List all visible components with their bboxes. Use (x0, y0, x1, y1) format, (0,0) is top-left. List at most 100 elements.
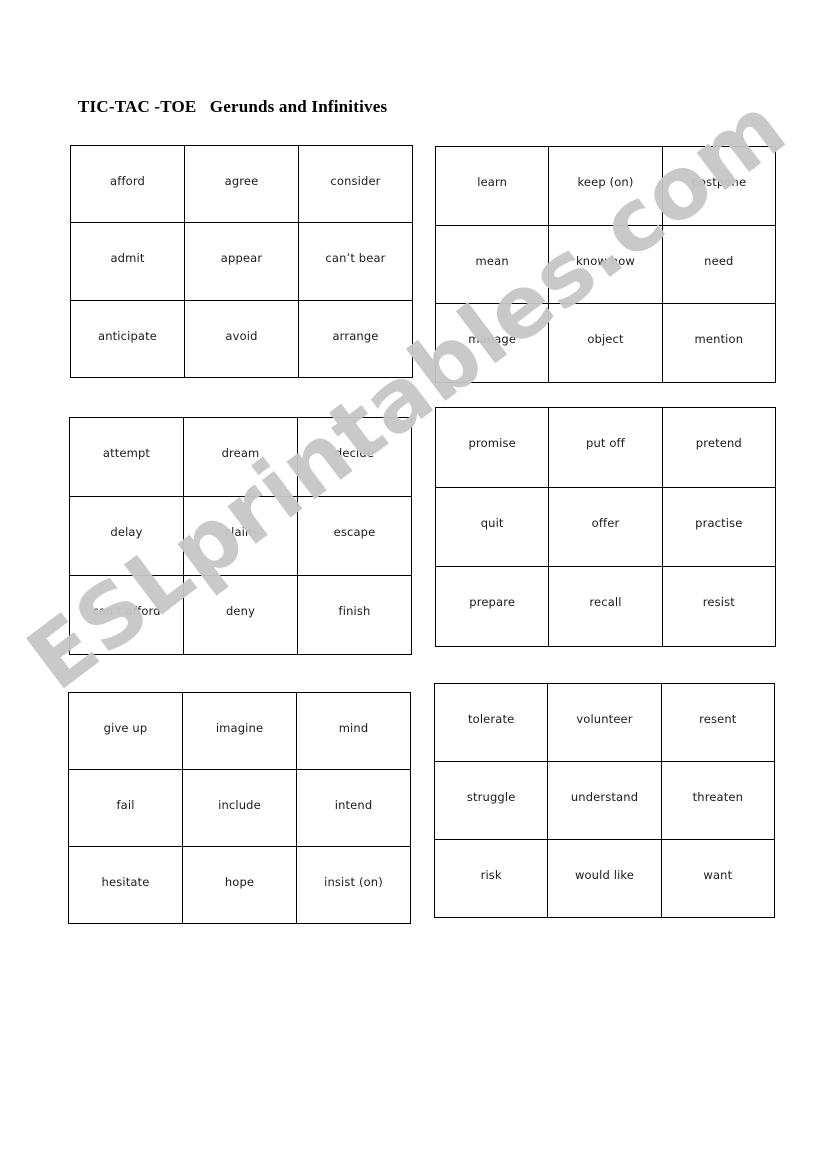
grid-cell-label: postpone (691, 175, 747, 189)
grid-cell[interactable]: claim (184, 497, 298, 576)
grid-cell-label: admit (110, 251, 145, 266)
grid-cell[interactable]: arrange (299, 300, 413, 378)
grid-cell[interactable]: afford (71, 146, 185, 224)
grid-cell-label: finish (338, 604, 371, 618)
grid-cell[interactable]: manage (436, 304, 550, 383)
grid-cell-label: dream (221, 446, 260, 460)
grid-cell[interactable]: need (662, 225, 776, 305)
grid-cell-label: need (704, 253, 734, 268)
grid-cell[interactable]: decide (298, 418, 412, 497)
grid-cell[interactable]: struggle (435, 762, 549, 840)
worksheet-page: TIC-TAC -TOE Gerunds and Infinitives aff… (0, 0, 826, 1169)
grid-cell[interactable]: volunteer (548, 684, 662, 762)
grid-cell[interactable]: escape (298, 497, 412, 576)
page-title: TIC-TAC -TOE Gerunds and Infinitives (78, 97, 388, 116)
grid-cell[interactable]: finish (298, 576, 412, 655)
grid-cell-label: fail (116, 798, 135, 812)
grid-cell[interactable]: hesitate (69, 847, 183, 924)
grid-cell-label: resist (702, 595, 735, 610)
grid-cell-label: anticipate (98, 328, 157, 343)
tic-tac-toe-grid-3: attempt dream decide delay claim escape … (69, 417, 412, 655)
grid-cell-label: prepare (469, 595, 516, 610)
grid-cell[interactable]: learn (436, 147, 550, 226)
grid-cell[interactable]: appear (185, 223, 299, 301)
grid-cell[interactable]: can’t afford (70, 576, 184, 655)
grid-cell-label: deny (225, 604, 256, 618)
grid-cell-label: struggle (466, 790, 516, 804)
grid-cell[interactable]: fail (69, 770, 183, 847)
grid-cell[interactable]: would like (548, 840, 662, 918)
grid-cell[interactable]: quit (436, 487, 550, 568)
grid-cell[interactable]: agree (185, 146, 299, 224)
grid-cell-label: can’t bear (325, 251, 386, 266)
grid-cell-label: hesitate (101, 875, 150, 889)
grid-cell[interactable]: can’t bear (299, 223, 413, 301)
grid-cell-label: can’t afford (92, 604, 161, 618)
grid-cell[interactable]: consider (299, 146, 413, 224)
grid-cell[interactable]: anticipate (71, 300, 185, 378)
grid-cell[interactable]: imagine (183, 693, 297, 770)
grid-cell[interactable]: tolerate (435, 684, 549, 762)
grid-cell-label: object (587, 332, 624, 347)
grid-cell[interactable]: resist (662, 567, 776, 647)
grid-cell[interactable]: promise (436, 408, 550, 488)
grid-cell[interactable]: practise (662, 487, 776, 568)
tic-tac-toe-grid-1: afford agree consider admit appear can’t… (70, 145, 413, 378)
grid-cell[interactable]: intend (297, 770, 411, 847)
grid-cell[interactable]: dream (184, 418, 298, 497)
tic-tac-toe-grid-2: learn keep (on) postpone mean know how n… (435, 146, 776, 383)
grid-cell[interactable]: understand (548, 762, 662, 840)
grid-cell-label: mind (338, 721, 369, 735)
grid-cell-label: include (218, 798, 261, 812)
grid-cell-label: know how (576, 253, 635, 268)
grid-cell-label: afford (110, 174, 145, 188)
tic-tac-toe-grid-6: tolerate volunteer resent struggle under… (434, 683, 775, 918)
grid-cell-label: escape (333, 525, 376, 539)
grid-cell[interactable]: give up (69, 693, 183, 770)
grid-cell[interactable]: risk (435, 840, 549, 918)
grid-cell[interactable]: delay (70, 497, 184, 576)
grid-cell[interactable]: keep (on) (549, 147, 663, 226)
grid-cell[interactable]: pretend (662, 408, 776, 488)
grid-cell[interactable]: threaten (661, 762, 775, 840)
grid-cell[interactable]: offer (549, 487, 663, 568)
tic-tac-toe-grid-5: give up imagine mind fail include intend… (68, 692, 411, 924)
grid-cell-label: attempt (102, 446, 151, 460)
grid-cell-label: would like (574, 868, 635, 882)
grid-cell[interactable]: want (661, 840, 775, 918)
grid-cell-label: quit (480, 515, 504, 530)
grid-cell[interactable]: put off (549, 408, 663, 488)
grid-cell-label: consider (330, 174, 381, 188)
grid-cell[interactable]: resent (661, 684, 775, 762)
grid-cell-label: learn (477, 175, 508, 189)
grid-cell[interactable]: include (183, 770, 297, 847)
grid-cell-label: offer (591, 515, 620, 530)
grid-cell-label: delay (110, 525, 143, 539)
grid-cell[interactable]: attempt (70, 418, 184, 497)
grid-cell[interactable]: admit (71, 223, 185, 301)
grid-cell-label: avoid (225, 328, 258, 343)
grid-cell-label: recall (589, 595, 622, 610)
grid-cell-label: insist (on) (324, 875, 383, 889)
grid-cell-label: risk (480, 868, 502, 882)
grid-cell[interactable]: know how (549, 225, 663, 305)
grid-cell[interactable]: insist (on) (297, 847, 411, 924)
grid-cell[interactable]: recall (549, 567, 663, 647)
grid-cell[interactable]: hope (183, 847, 297, 924)
grid-cell[interactable]: prepare (436, 567, 550, 647)
grid-cell[interactable]: mean (436, 225, 550, 305)
grid-cell[interactable]: object (549, 304, 663, 383)
grid-cell[interactable]: deny (184, 576, 298, 655)
grid-cell[interactable]: postpone (662, 147, 776, 226)
grid-cell-label: pretend (695, 436, 742, 450)
grid-cell-label: arrange (332, 328, 379, 343)
grid-cell-label: threaten (692, 790, 744, 804)
grid-cell-label: appear (220, 251, 263, 266)
grid-cell[interactable]: mind (297, 693, 411, 770)
grid-cell[interactable]: avoid (185, 300, 299, 378)
grid-cell-label: volunteer (576, 712, 633, 726)
grid-cell[interactable]: mention (662, 304, 776, 383)
grid-cell-label: decide (334, 446, 375, 460)
grid-cell-label: give up (103, 721, 148, 735)
grid-cell-label: imagine (215, 721, 264, 735)
